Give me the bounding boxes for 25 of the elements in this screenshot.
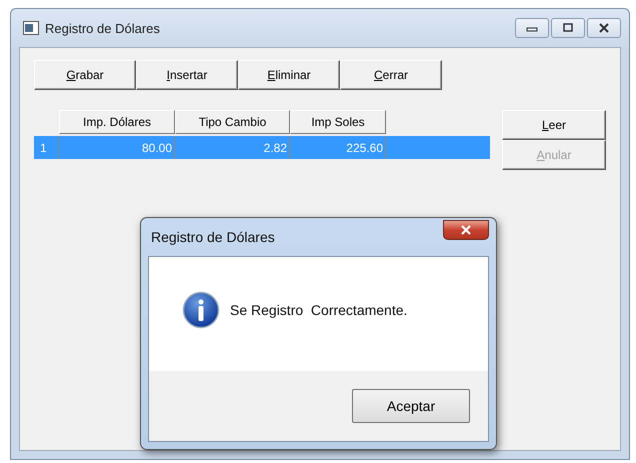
toolbar-button[interactable]: Grabar xyxy=(34,60,136,90)
accept-button[interactable]: Aceptar xyxy=(352,389,470,423)
column-header[interactable]: Imp. Dólares xyxy=(59,110,175,134)
table-cell: 225.60 xyxy=(290,136,386,159)
close-button[interactable] xyxy=(587,18,621,38)
column-header[interactable]: Tipo Cambio xyxy=(175,110,290,134)
maximize-button[interactable] xyxy=(551,18,585,38)
toolbar-button[interactable]: Eliminar xyxy=(238,60,340,90)
toolbar-button[interactable]: Insertar xyxy=(136,60,238,90)
close-icon xyxy=(459,225,473,235)
close-icon xyxy=(597,23,611,33)
table-cell: 2.82 xyxy=(175,136,290,159)
dialog-title: Registro de Dólares xyxy=(150,229,275,245)
minimize-button[interactable] xyxy=(515,18,549,38)
info-icon xyxy=(182,291,220,329)
window-icon xyxy=(23,21,39,35)
side-button[interactable]: Leer xyxy=(502,110,606,140)
maximize-icon xyxy=(561,23,575,33)
window-title: Registro de Dólares xyxy=(45,20,161,36)
close-button[interactable] xyxy=(443,220,489,240)
column-header[interactable]: Imp Soles xyxy=(290,110,386,134)
toolbar-button[interactable]: Cerrar xyxy=(340,60,442,90)
dialog-message: Se Registro Correctamente. xyxy=(230,302,408,318)
table-cell: 80.00 xyxy=(59,136,175,159)
row-number: 1 xyxy=(34,136,59,159)
